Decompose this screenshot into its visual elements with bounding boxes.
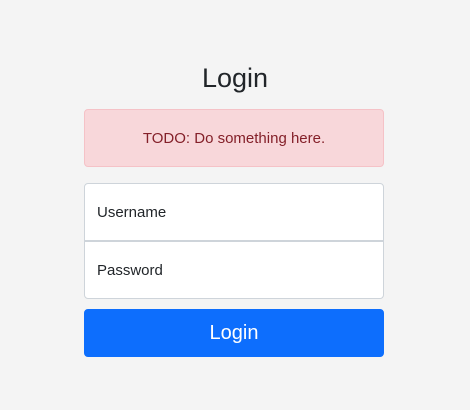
login-button[interactable]: Login [84, 309, 384, 357]
page-title: Login [201, 63, 269, 93]
password-field[interactable] [84, 241, 384, 299]
username-field[interactable] [84, 183, 384, 241]
alert-text: TODO: Do something here. [142, 129, 326, 147]
alert-message: TODO: Do something here. [84, 109, 384, 167]
